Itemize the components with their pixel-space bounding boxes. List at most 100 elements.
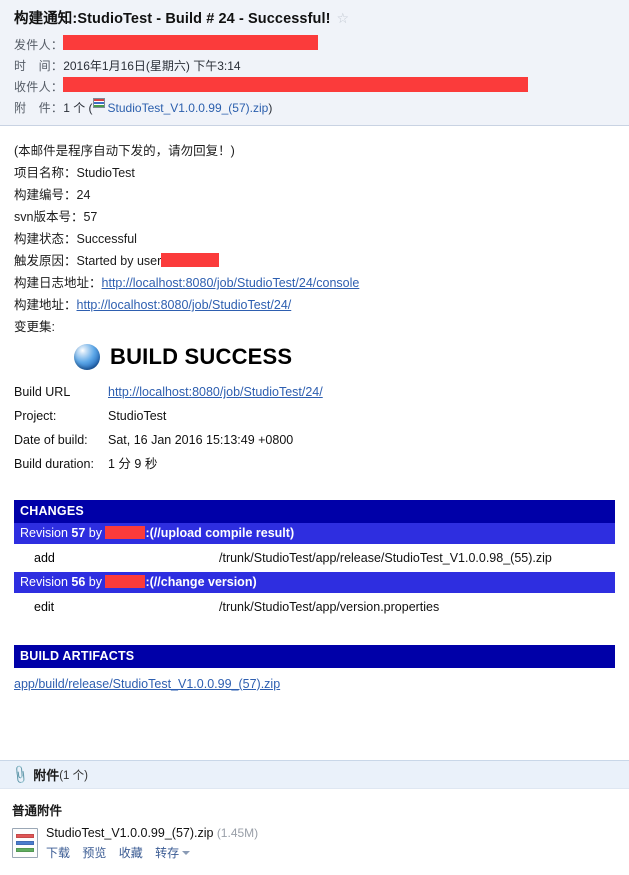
receiver-label: 收件人： [14,80,64,94]
preview-link[interactable]: 预览 [82,846,106,860]
change-op: add [34,551,55,565]
svn-revision-label: svn版本号： [14,210,84,224]
attachment-meta: StudioTest_V1.0.0.99_(57).zip (1.45M) 下载… [46,826,258,861]
zip-file-icon [92,98,105,108]
mail-body: (本邮件是程序自动下发的，请勿回复！) 项目名称：StudioTest 构建编号… [0,126,629,691]
svn-revision-value: 57 [83,210,98,224]
trigger-cause-label: 触发原因： [14,254,77,268]
trigger-cause-value: Started by user [76,254,162,268]
mail-header: 构建通知:StudioTest - Build # 24 - Successfu… [0,0,629,126]
changes-section-header: CHANGES [14,500,615,523]
build-log-row: 构建日志地址：http://localhost:8080/job/StudioT… [14,272,615,294]
change-path: /trunk/StudioTest/app/version.properties [219,600,440,614]
changeset-label: 变更集: [14,320,55,334]
project-name-row: 项目名称：StudioTest [14,162,615,184]
trigger-cause-row: 触发原因：Started by user [14,250,615,272]
summary-row-project: Project: StudioTest [14,404,615,428]
build-status-title: BUILD SUCCESS [110,344,293,369]
summary-key: Project: [14,409,57,423]
attachment-count: 1 个 ( [63,101,93,115]
receiver-redaction [63,77,529,92]
revision-by: by [85,575,106,589]
attachment-filename: StudioTest_V1.0.0.99_(57).zip [46,826,214,840]
revision-message: :(//upload compile result) [145,526,295,540]
summary-key: Build URL [14,385,71,399]
auto-notice: (本邮件是程序自动下发的，请勿回复！) [14,144,235,158]
build-url-summary-link[interactable]: http://localhost:8080/job/StudioTest/24/ [108,385,323,399]
date-row: 时 间： 2016年1月16日(星期六) 下午3:14 [0,56,629,77]
attachment-actions: 下载 预览 收藏 转存 [46,844,258,861]
summary-key: Date of build: [14,433,88,447]
build-status-row: 构建状态：Successful [14,228,615,250]
table-row: Revision 57 by :(//upload compile result… [14,523,615,544]
subject-row: 构建通知:StudioTest - Build # 24 - Successfu… [0,7,629,28]
revision-number: 57 [71,526,86,540]
changes-table: CHANGES Revision 57 by :(//upload compil… [14,500,615,621]
build-url-row: 构建地址：http://localhost:8080/job/StudioTes… [14,294,615,316]
build-url-label: 构建地址： [14,298,77,312]
artifacts-section-header: BUILD ARTIFACTS [14,645,615,668]
project-name-label: 项目名称： [14,166,77,180]
favorite-link[interactable]: 收藏 [119,846,143,860]
attachments-title: 附件 [33,768,60,783]
header-attachment-link[interactable]: StudioTest_V1.0.0.99_(57).zip [108,98,269,119]
build-url-link[interactable]: http://localhost:8080/job/StudioTest/24/ [77,298,292,312]
change-path: /trunk/StudioTest/app/release/StudioTest… [219,551,552,565]
sender-row: 发件人： [0,35,629,56]
attachments-body: 普通附件 StudioTest_V1.0.0.99_(57).zip (1.45… [0,800,629,861]
artifacts-table: BUILD ARTIFACTS app/build/release/Studio… [14,645,615,691]
attachment-label: 附 件： [14,101,64,115]
svn-revision-row: svn版本号：57 [14,206,615,228]
blue-ball-icon [74,344,100,370]
save-to-link[interactable]: 转存 [155,846,179,860]
revision-by: by [85,526,106,540]
revision-author-redaction [105,526,146,539]
summary-row-build-url: Build URL http://localhost:8080/job/Stud… [14,380,615,404]
revision-number: 56 [71,575,86,589]
star-outline-icon[interactable]: ☆ [337,11,350,25]
attachment-paren-close: ) [268,101,273,115]
build-number-value: 24 [76,188,91,202]
attachments-bar: 📎 附件 (1 个) [0,760,629,789]
date-value: 2016年1月16日(星期六) 下午3:14 [63,59,241,73]
change-op: edit [34,600,55,614]
build-status-value: Successful [76,232,137,246]
receiver-row: 收件人： [0,77,629,98]
summary-key: Build duration: [14,457,94,471]
attachments-count: (1 个) [59,769,88,782]
table-row: add /trunk/StudioTest/app/release/Studio… [14,544,615,572]
zip-file-icon [12,828,38,858]
build-number-row: 构建编号：24 [14,184,615,206]
paperclip-icon: 📎 [9,763,32,785]
artifact-link[interactable]: app/build/release/StudioTest_V1.0.0.99_(… [14,677,615,691]
revision-message: :(//change version) [145,575,257,589]
date-label: 时 间： [14,59,64,73]
trigger-user-redaction [161,253,220,267]
summary-value: http://localhost:8080/job/StudioTest/24/ [108,380,323,404]
attachment-row: 附 件： 1 个 ( StudioTest_V1.0.0.99_(57).zip… [0,98,629,119]
revision-prefix: Revision [20,575,72,589]
project-name-value: StudioTest [76,166,135,180]
summary-row-duration: Build duration: 1 分 9 秒 [14,452,615,476]
revision-author-redaction [105,575,146,588]
build-number-label: 构建编号： [14,188,77,202]
summary-row-date: Date of build: Sat, 16 Jan 2016 15:13:49… [14,428,615,452]
build-log-link[interactable]: http://localhost:8080/job/StudioTest/24/… [102,276,360,290]
summary-value: Sat, 16 Jan 2016 15:13:49 +0800 [108,433,294,447]
attachment-filesize: (1.45M) [216,826,259,840]
build-status-banner: BUILD SUCCESS [74,344,615,370]
summary-value: StudioTest [108,409,167,423]
chevron-down-icon[interactable] [182,851,191,855]
sender-label: 发件人： [14,38,64,52]
build-log-label: 构建日志地址： [14,276,102,290]
jenkins-report: BUILD SUCCESS Build URL http://localhost… [14,344,615,691]
mail-subject: 构建通知:StudioTest - Build # 24 - Successfu… [14,11,331,27]
build-status-label: 构建状态： [14,232,77,246]
attachments-group-title: 普通附件 [12,804,63,818]
table-row: Revision 56 by :(//change version) [14,572,615,593]
table-row: edit /trunk/StudioTest/app/version.prope… [14,593,615,621]
summary-value: 1 分 9 秒 [108,457,158,471]
sender-redaction [63,35,319,50]
list-item: StudioTest_V1.0.0.99_(57).zip (1.45M) 下载… [12,826,629,861]
download-link[interactable]: 下载 [46,846,70,860]
